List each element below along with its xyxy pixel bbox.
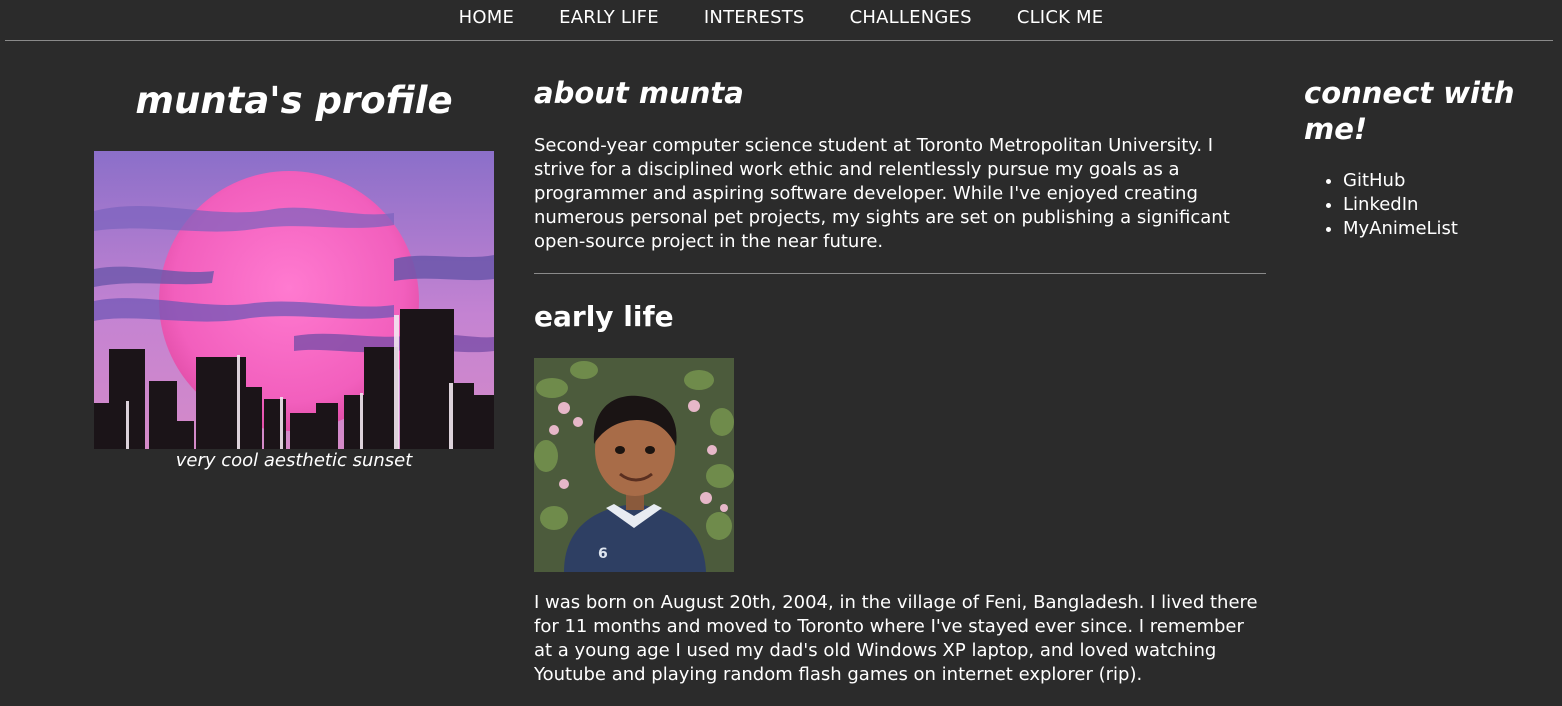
top-nav: HOME EARLY LIFE INTERESTS CHALLENGES CLI… <box>0 0 1562 41</box>
list-item: MyAnimeList <box>1343 217 1458 241</box>
childhood-photo: 6 <box>534 358 734 572</box>
early-life-heading: early life <box>534 300 674 333</box>
svg-text:6: 6 <box>598 546 608 562</box>
list-item: LinkedIn <box>1343 193 1458 217</box>
nav-links: HOME EARLY LIFE INTERESTS CHALLENGES CLI… <box>0 0 1562 38</box>
image-caption: very cool aesthetic sunset <box>175 450 413 471</box>
nav-interests[interactable]: INTERESTS <box>704 0 805 36</box>
about-heading: about munta <box>534 76 744 110</box>
list-item: GitHub <box>1343 169 1458 193</box>
early-life-paragraph: I was born on August 20th, 2004, in the … <box>534 592 1258 685</box>
about-paragraph: Second-year computer science student at … <box>534 135 1230 252</box>
nav-click-me[interactable]: CLICK ME <box>1017 0 1104 36</box>
nav-home[interactable]: HOME <box>459 0 514 36</box>
nav-challenges[interactable]: CHALLENGES <box>850 0 972 36</box>
social-links-list: GitHub LinkedIn MyAnimeList <box>1304 169 1458 241</box>
connect-column: connect with me! GitHub LinkedIn MyAnime… <box>1304 70 1544 239</box>
sunset-cityscape-image <box>94 151 494 449</box>
linkedin-link[interactable]: LinkedIn <box>1343 194 1418 215</box>
profile-column: munta's profile very cool aesthetic suns… <box>94 70 494 471</box>
github-link[interactable]: GitHub <box>1343 170 1405 191</box>
connect-heading: connect with me! <box>1304 76 1515 146</box>
nav-divider <box>5 40 1553 41</box>
profile-title: munta's profile <box>135 79 453 122</box>
main-content: about munta Second-year computer science… <box>534 70 1266 685</box>
section-divider <box>534 273 1266 274</box>
nav-early-life[interactable]: EARLY LIFE <box>559 0 659 36</box>
myanimelist-link[interactable]: MyAnimeList <box>1343 218 1458 239</box>
